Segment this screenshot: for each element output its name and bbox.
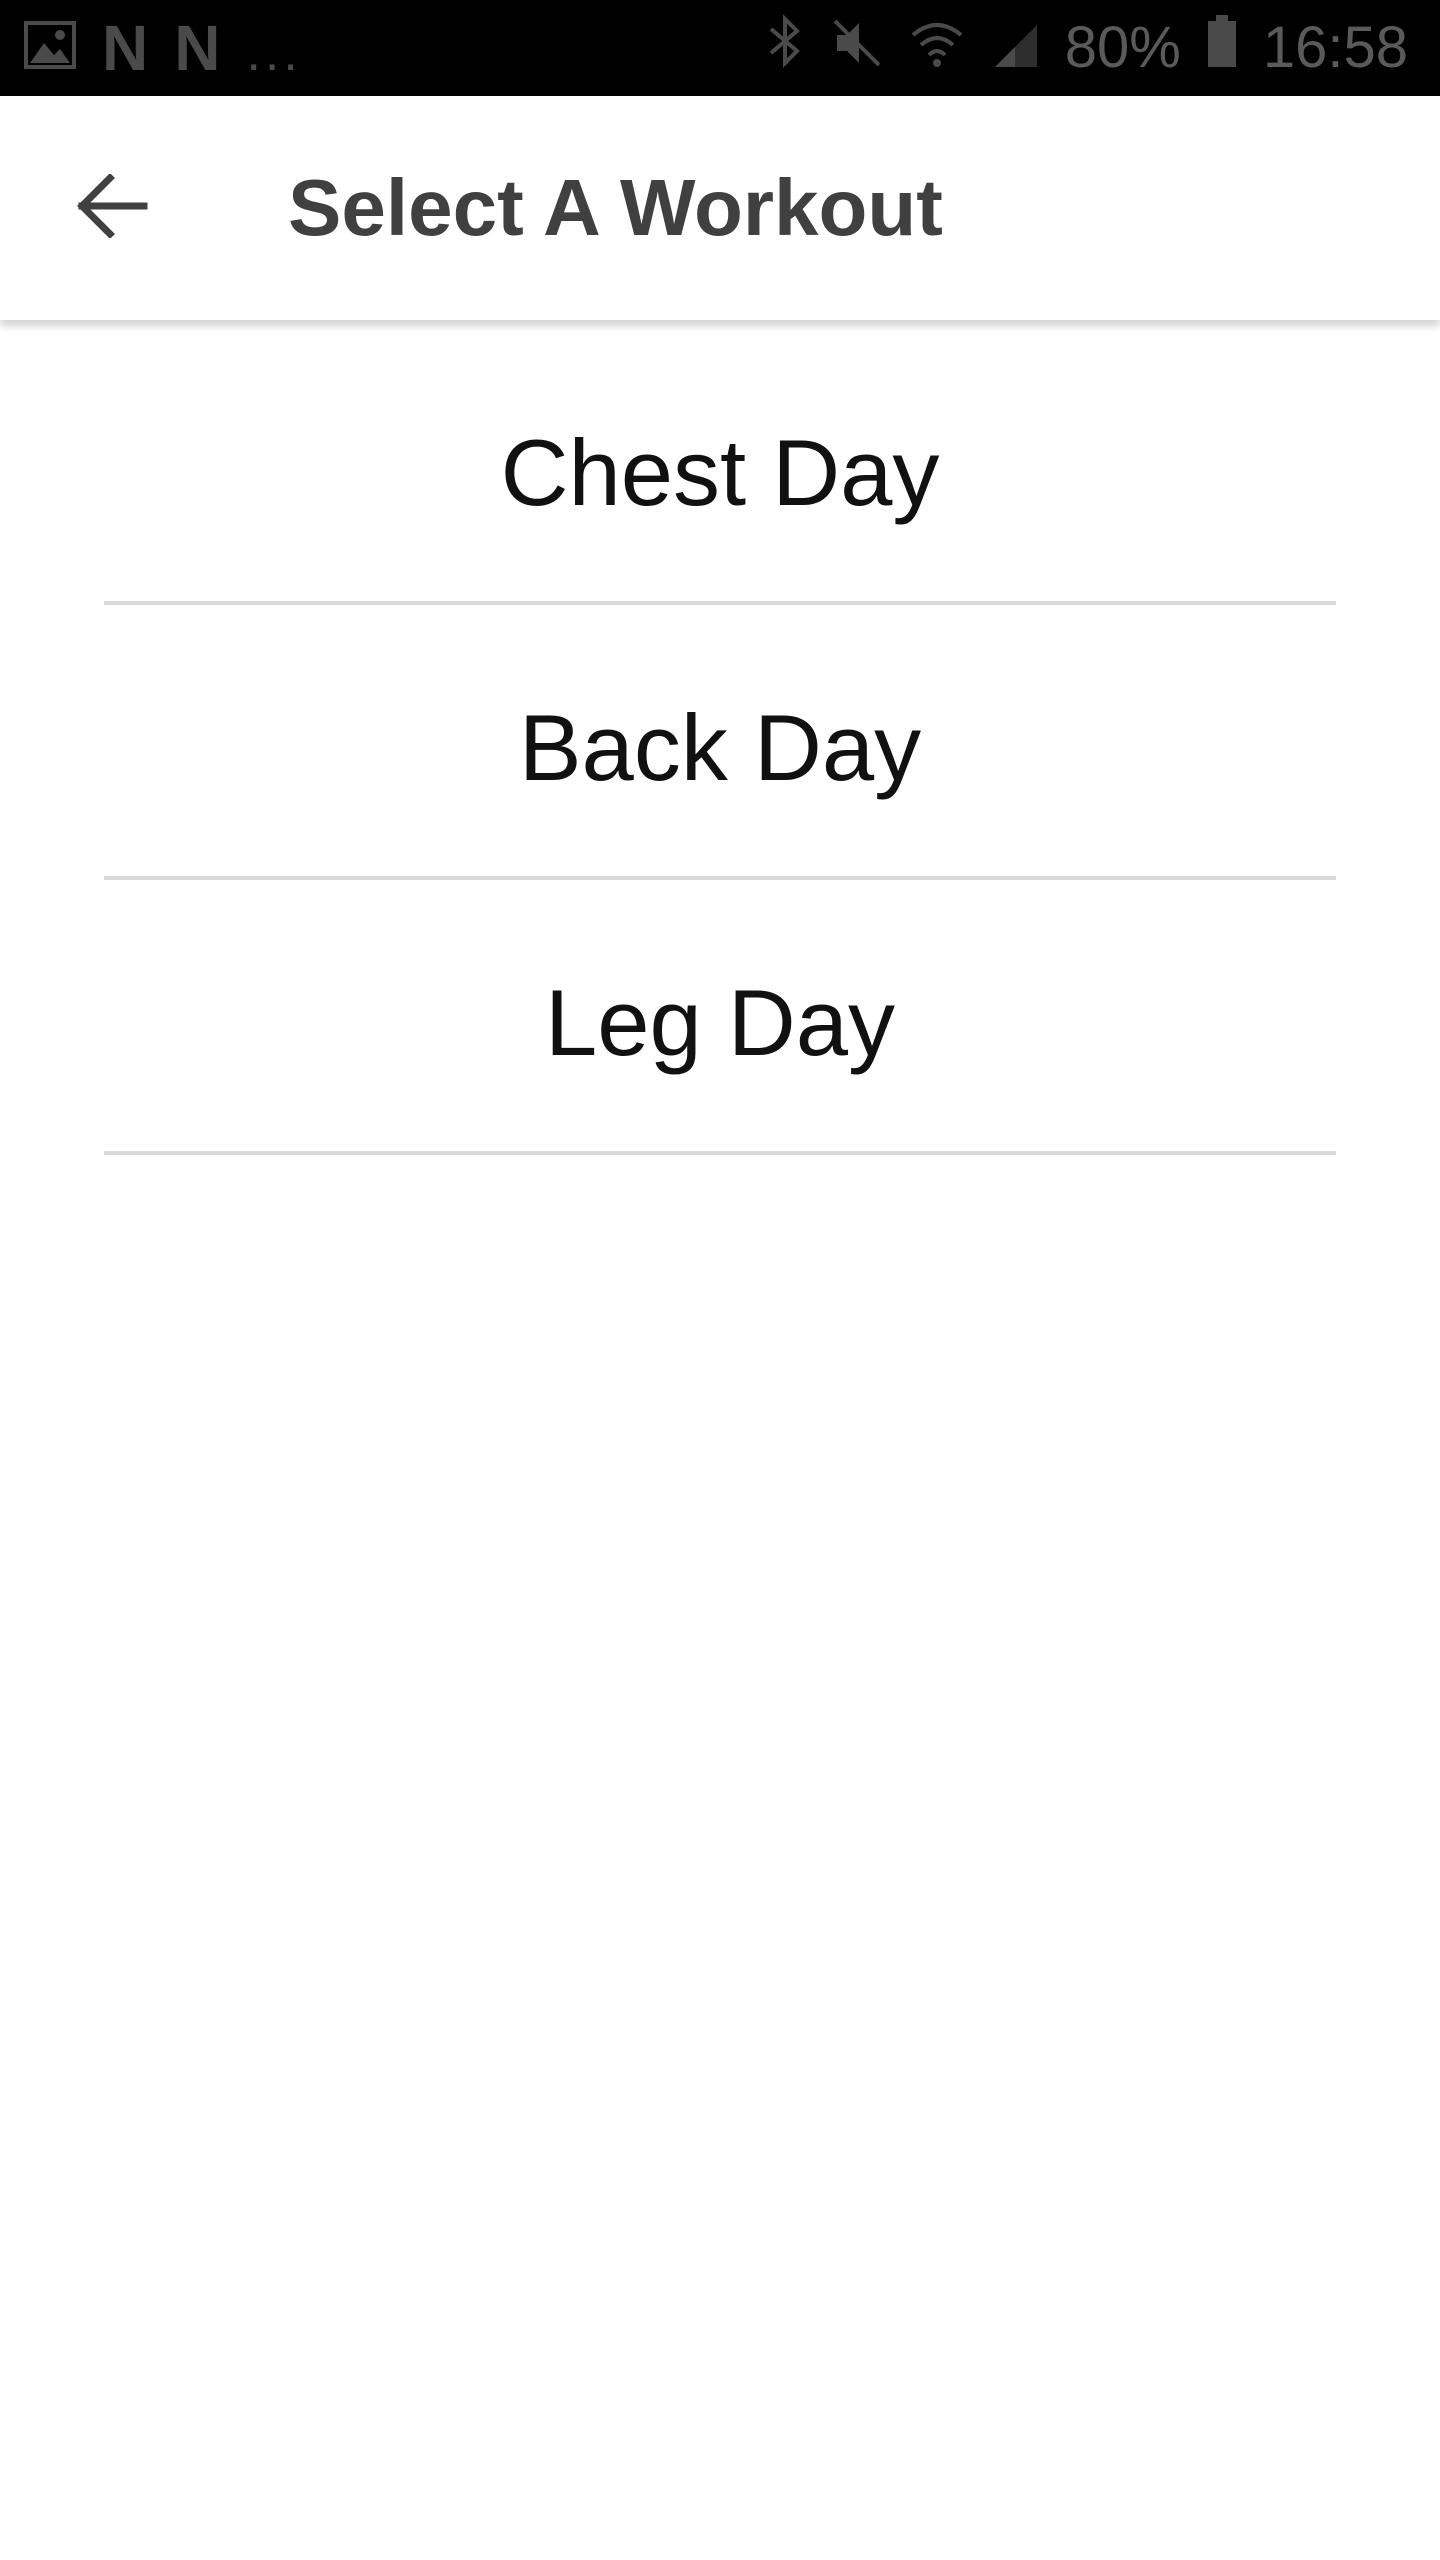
- page-title: Select A Workout: [288, 163, 943, 252]
- workout-list: Chest Day Back Day Leg Day: [104, 330, 1336, 1155]
- workout-label: Back Day: [518, 694, 922, 800]
- system-tray: 80% 16:58: [765, 13, 1408, 83]
- more-icon: ...: [246, 24, 302, 82]
- wifi-icon: [909, 14, 965, 83]
- workout-label: Chest Day: [500, 419, 940, 525]
- netflix-icon: N: [174, 12, 221, 84]
- notification-area: N N ...: [24, 13, 302, 83]
- netflix-icon: N: [102, 12, 149, 84]
- battery-icon: [1207, 14, 1237, 83]
- app-bar: Select A Workout: [0, 96, 1440, 320]
- workout-label: Leg Day: [544, 969, 896, 1075]
- signal-icon: [991, 14, 1039, 83]
- status-bar: N N ... 80% 16:58: [0, 0, 1440, 96]
- mute-icon: [831, 14, 883, 83]
- bluetooth-icon: [765, 13, 805, 83]
- arrow-back-icon: [76, 172, 148, 243]
- status-time: 16:58: [1262, 15, 1408, 80]
- back-button[interactable]: [60, 156, 164, 260]
- list-item-chest-day[interactable]: Chest Day: [104, 330, 1336, 605]
- list-item-leg-day[interactable]: Leg Day: [104, 880, 1336, 1155]
- battery-percent: 80%: [1064, 15, 1181, 80]
- gallery-icon: [24, 14, 76, 83]
- list-item-back-day[interactable]: Back Day: [104, 605, 1336, 880]
